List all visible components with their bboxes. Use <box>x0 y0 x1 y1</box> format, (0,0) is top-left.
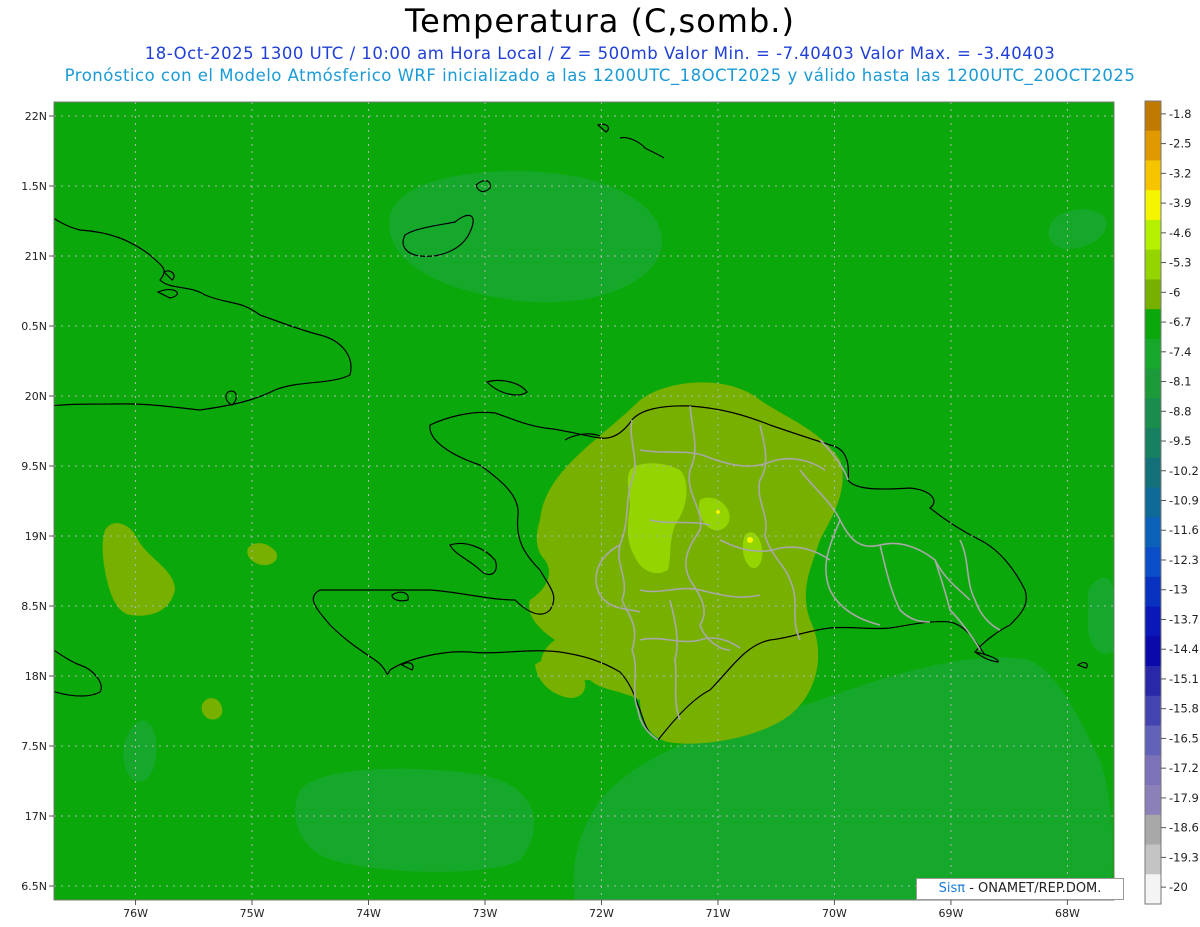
colorbar-swatch <box>1145 547 1161 578</box>
lon-tick-label: 69W <box>938 907 963 920</box>
lon-tick-label: 72W <box>589 907 614 920</box>
colorbar: -1.8 -2.5 -3.2 -3.9 -4.6 -5.3 -6 -6.7 -7.4 -8.1 -8… <box>1144 100 1199 905</box>
colorbar-label: -13.7 <box>1169 612 1199 626</box>
colorbar-swatch <box>1145 874 1161 905</box>
colorbar-swatch <box>1145 249 1161 280</box>
colorbar-swatch <box>1145 517 1161 548</box>
colorbar-swatch <box>1145 695 1161 727</box>
colorbar-label: -17.9 <box>1169 791 1199 805</box>
colorbar-swatch <box>1145 398 1161 429</box>
colorbar-label: -6 <box>1169 285 1180 299</box>
longitude-labels: 76W 75W 74W 73W 72W 71W 70W 69W 68W <box>123 900 1080 920</box>
colorbar-swatch <box>1145 636 1161 667</box>
colorbar-label: -16.5 <box>1169 731 1199 745</box>
colorbar-label: -20 <box>1169 880 1188 894</box>
lat-tick-label: 8.5N <box>21 600 47 613</box>
lat-tick-label: 20N <box>25 390 47 403</box>
colorbar-label: -13 <box>1169 583 1188 597</box>
colorbar-label: -8.8 <box>1169 404 1191 418</box>
latitude-labels: 22N 1.5N 21N 0.5N 20N 9.5N 19N 8.5N 18N 7.5N 17N 6.… <box>21 110 54 893</box>
lon-tick-label: 75W <box>240 907 265 920</box>
lat-tick-label: 0.5N <box>21 320 47 333</box>
colorbar-swatch <box>1145 487 1161 518</box>
colorbar-label: -14.4 <box>1169 642 1199 656</box>
colorbar-swatch <box>1145 785 1161 816</box>
colorbar-swatch <box>1145 844 1161 875</box>
colorbar-swatch <box>1145 725 1161 756</box>
colorbar-label: -11.6 <box>1169 523 1199 537</box>
colorbar-swatch <box>1145 190 1161 221</box>
temperature-map: 22N 1.5N 21N 0.5N 20N 9.5N 19N 8.5N 18N 7.5N 17N 6.… <box>21 100 1199 920</box>
lat-tick-label: 17N <box>25 810 47 823</box>
lon-tick-label: 71W <box>706 907 731 920</box>
lat-tick-label: 6.5N <box>21 880 47 893</box>
colorbar-swatch <box>1145 219 1161 251</box>
lat-tick-label: 9.5N <box>21 460 47 473</box>
colorbar-swatch <box>1145 279 1161 310</box>
colorbar-label: -3.9 <box>1169 196 1191 210</box>
colorbar-label: -12.3 <box>1169 553 1199 567</box>
colorbar-label: -18.6 <box>1169 821 1199 835</box>
colorbar-swatch <box>1145 457 1161 489</box>
lat-tick-label: 1.5N <box>21 180 47 193</box>
colorbar-swatch <box>1145 606 1161 637</box>
credit-text: - ONAMET/REP.DOM. <box>965 881 1102 896</box>
colorbar-swatch <box>1145 101 1161 132</box>
colorbar-label: -7.4 <box>1169 345 1191 359</box>
colorbar-swatch <box>1145 130 1161 161</box>
lon-tick-label: 76W <box>123 907 148 920</box>
colorbar-label: -10.9 <box>1169 494 1199 508</box>
lat-tick-label: 7.5N <box>21 740 47 753</box>
colorbar-swatch <box>1145 666 1161 697</box>
lat-tick-label: 19N <box>25 530 47 543</box>
colorbar-label: -15.8 <box>1169 702 1199 716</box>
lat-tick-label: 22N <box>25 110 47 123</box>
colorbar-label: -4.6 <box>1169 226 1191 240</box>
colorbar-label: -1.8 <box>1169 107 1191 121</box>
colorbar-label: -19.3 <box>1169 850 1199 864</box>
colorbar-swatch <box>1145 338 1161 370</box>
colorbar-label: -5.3 <box>1169 256 1191 270</box>
colorbar-label: -9.5 <box>1169 434 1191 448</box>
colorbar-swatch <box>1145 428 1161 459</box>
lat-tick-label: 21N <box>25 250 47 263</box>
lat-tick-label: 18N <box>25 670 47 683</box>
colorbar-swatch <box>1145 755 1161 786</box>
colorbar-label: -3.2 <box>1169 166 1191 180</box>
colorbar-swatch <box>1145 309 1161 340</box>
colorbar-label: -10.2 <box>1169 464 1199 478</box>
lon-tick-label: 70W <box>822 907 847 920</box>
colorbar-swatch <box>1145 576 1161 608</box>
credit-box: Sisπ - ONAMET/REP.DOM. <box>916 878 1124 900</box>
colorbar-label: -8.1 <box>1169 375 1191 389</box>
lon-tick-label: 68W <box>1055 907 1080 920</box>
sis-logo-text: Sisπ <box>938 881 966 896</box>
colorbar-swatch <box>1145 160 1161 191</box>
lon-tick-label: 74W <box>356 907 381 920</box>
colorbar-swatch <box>1145 814 1161 846</box>
colorbar-label: -2.5 <box>1169 137 1191 151</box>
colorbar-label: -6.7 <box>1169 315 1191 329</box>
colorbar-label: -17.2 <box>1169 761 1199 775</box>
colorbar-label: -15.1 <box>1169 672 1199 686</box>
colorbar-swatch <box>1145 368 1161 399</box>
lon-tick-label: 73W <box>473 907 498 920</box>
